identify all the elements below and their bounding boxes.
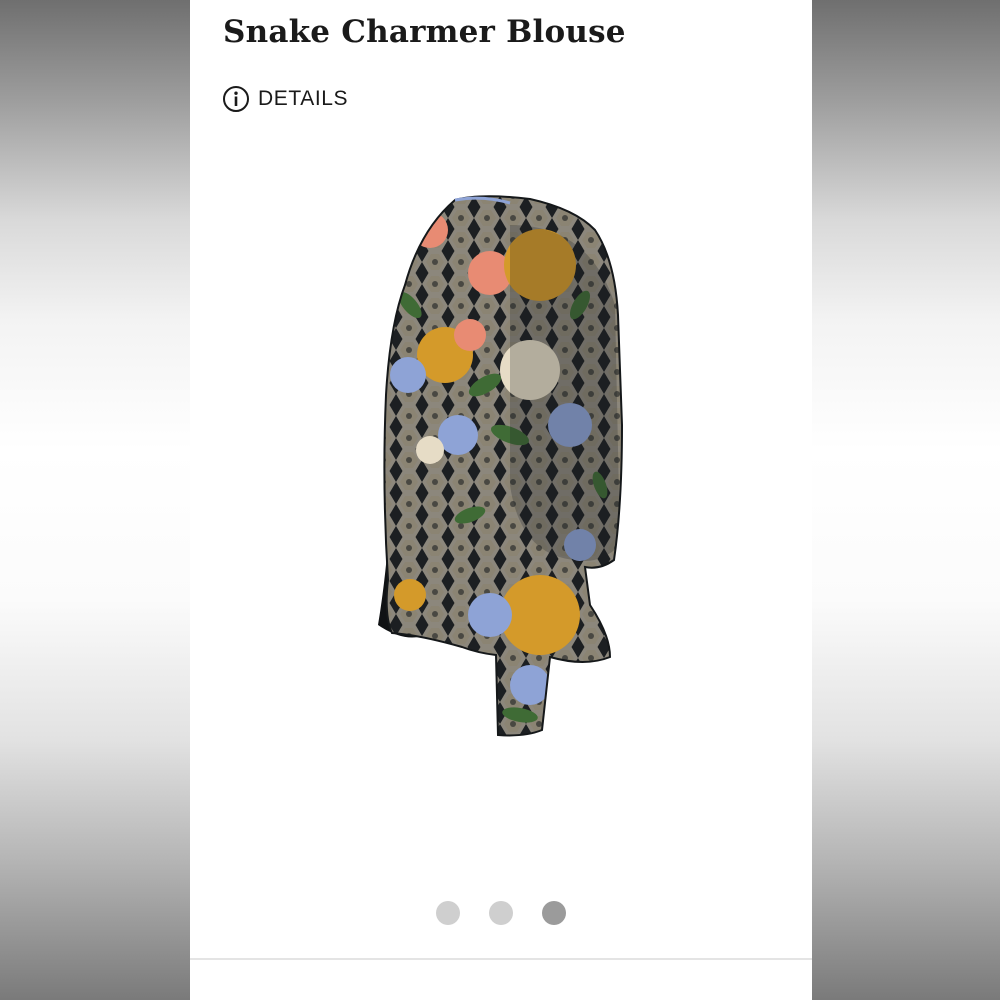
product-title: Snake Charmer Blouse — [223, 14, 626, 50]
product-card: Snake Charmer Blouse DETAILS — [190, 0, 812, 1000]
carousel-dot-3[interactable] — [542, 901, 566, 925]
divider — [190, 958, 812, 960]
info-circle-icon — [223, 86, 249, 112]
left-backdrop — [0, 0, 190, 1000]
carousel-dot-1[interactable] — [436, 901, 460, 925]
details-label: DETAILS — [258, 87, 349, 110]
carousel-dot-2[interactable] — [489, 901, 513, 925]
details-button[interactable]: DETAILS — [222, 85, 348, 113]
product-image[interactable] — [370, 185, 640, 745]
carousel-dots — [436, 901, 566, 925]
right-backdrop — [812, 0, 1000, 1000]
